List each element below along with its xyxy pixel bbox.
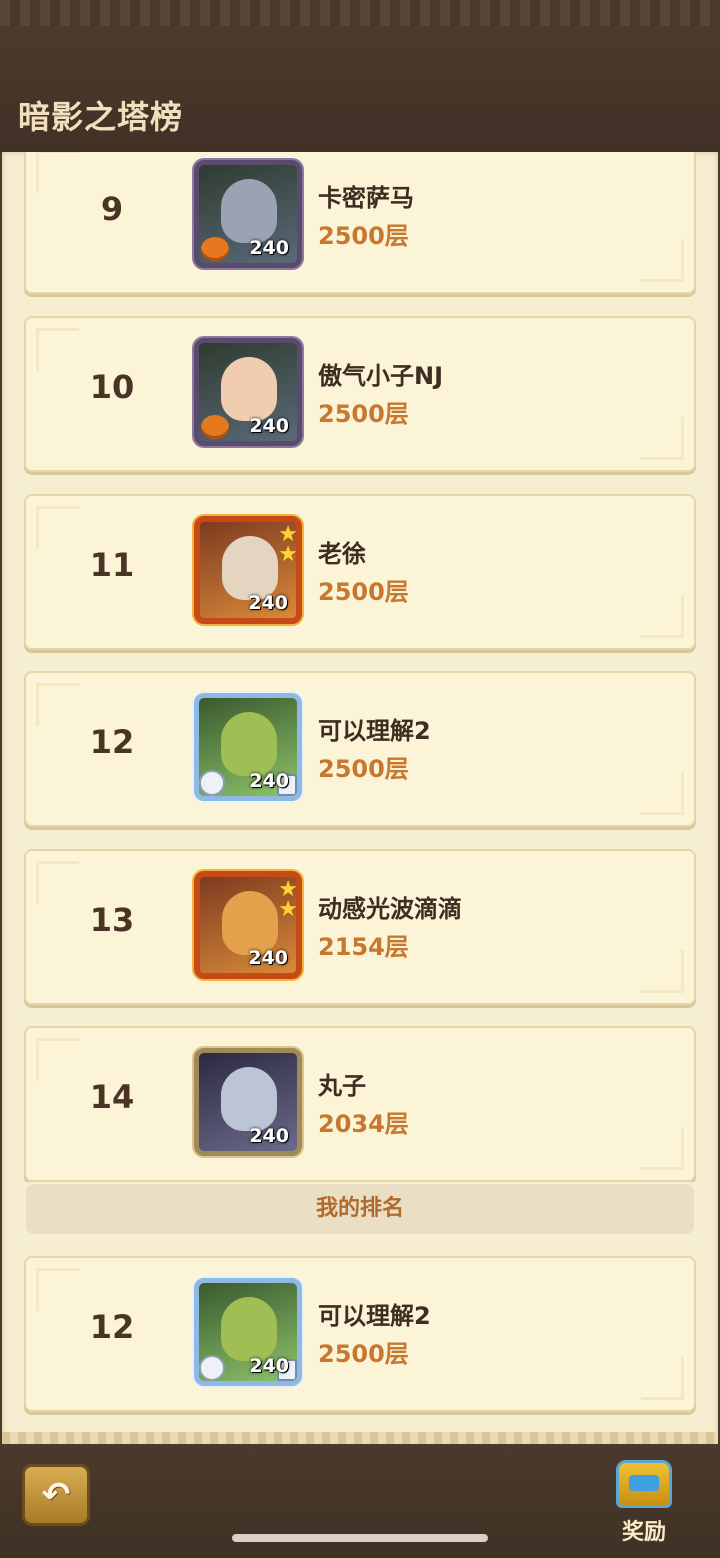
hero-portrait [221,712,277,776]
ranking-list[interactable]: 9 240 卡密萨马 2500层 10 240 傲气小子NJ 2500层 11 [2,152,718,1182]
player-name: 卡密萨马 [318,184,414,212]
ranking-row[interactable]: 10 240 傲气小子NJ 2500层 [24,316,696,472]
pumpkin-icon [201,415,229,439]
ranking-row[interactable]: 13 ★ ★ 240 动感光波滴滴 2154层 [24,849,696,1005]
player-avatar[interactable]: 240 [194,338,302,446]
faction-badge-icon [199,1355,225,1381]
back-button[interactable]: ↶ [22,1464,90,1526]
hero-portrait [221,357,277,421]
player-avatar[interactable]: 240 [194,1048,302,1156]
player-floor: 2500层 [318,222,409,250]
ranking-row[interactable]: 12 240 可以理解2 2500层 [24,671,696,827]
hero-portrait [222,891,278,955]
avatar-level: 240 [249,770,289,792]
ranking-row[interactable]: 11 ★ ★ 240 老徐 2500层 [24,494,696,650]
star-icon: ★ [278,542,298,567]
avatar-level: 240 [249,1125,289,1147]
treasure-chest-icon [616,1460,672,1508]
player-floor: 2500层 [318,1340,409,1368]
rank-number: 12 [89,1308,135,1346]
rank-number: 12 [89,723,135,761]
home-indicator[interactable] [232,1534,488,1542]
top-pattern [0,0,720,26]
back-arrow-icon: ↶ [41,1475,71,1515]
player-name: 丸子 [318,1072,366,1100]
player-avatar[interactable]: 240 [194,693,302,801]
pumpkin-icon [201,237,229,261]
page-title: 暗影之塔榜 [18,98,184,136]
player-avatar[interactable]: ★ ★ 240 [194,871,302,979]
player-name: 动感光波滴滴 [318,895,462,923]
player-floor: 2034层 [318,1110,409,1138]
avatar-level: 240 [249,415,289,437]
avatar-level: 240 [248,947,288,969]
rank-number: 13 [89,901,135,939]
player-name: 可以理解2 [318,717,431,745]
panel-bottom-border [2,1432,718,1444]
avatar-level: 240 [249,237,289,259]
ranking-row[interactable]: 9 240 卡密萨马 2500层 [24,152,696,294]
player-floor: 2500层 [318,400,409,428]
player-avatar[interactable]: 240 [194,1278,302,1386]
player-floor: 2500层 [318,755,409,783]
faction-badge-icon [199,770,225,796]
avatar-level: 240 [249,1355,289,1377]
player-avatar[interactable]: 240 [194,160,302,268]
star-icon: ★ [278,897,298,922]
hero-portrait [222,536,278,600]
rank-number: 10 [89,368,135,406]
rank-number: 14 [89,1078,135,1116]
avatar-level: 240 [248,592,288,614]
hero-portrait [221,1067,277,1131]
player-floor: 2500层 [318,578,409,606]
player-avatar[interactable]: ★ ★ 240 [194,516,302,624]
reward-button[interactable]: 奖励 [604,1456,684,1546]
my-rank-row[interactable]: 12 240 可以理解2 2500层 [24,1256,696,1412]
hero-portrait [221,1297,277,1361]
my-rank-header: 我的排名 [26,1184,694,1234]
leaderboard-panel: 9 240 卡密萨马 2500层 10 240 傲气小子NJ 2500层 11 [2,152,718,1444]
rank-number: 11 [89,546,135,584]
top-bar: 暗影之塔榜 [0,0,720,152]
chest-lid [629,1475,659,1491]
rank-number: 9 [100,190,124,228]
reward-label: 奖励 [621,1520,666,1545]
player-floor: 2154层 [318,933,409,961]
player-name: 老徐 [318,540,366,568]
player-name: 傲气小子NJ [318,362,444,390]
hero-portrait [221,179,277,243]
ranking-row[interactable]: 14 240 丸子 2034层 [24,1026,696,1182]
player-name: 可以理解2 [318,1302,431,1330]
